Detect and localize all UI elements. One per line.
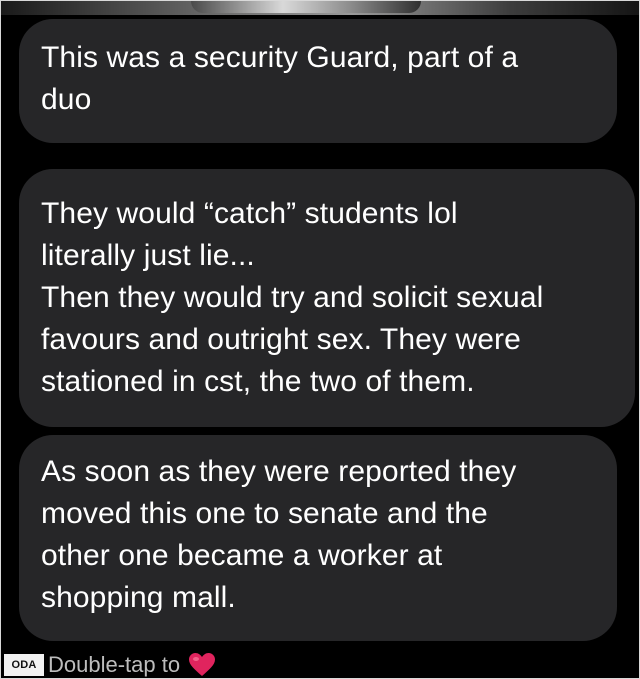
double-tap-hint: Double-tap to <box>48 652 181 677</box>
message-text: moved this one to senate and the <box>41 497 488 530</box>
previous-message-photo-edge <box>1 1 639 15</box>
message-text: They would “catch” students lol <box>41 197 458 230</box>
message-text: As soon as they were reported they <box>41 455 517 488</box>
chat-screenshot: This was a security Guard, part of a duo… <box>0 0 640 679</box>
message-text: literally just lie... <box>41 239 255 272</box>
heart-icon[interactable] <box>188 652 216 678</box>
heart-icon-svg <box>189 653 216 676</box>
message-bubble[interactable]: They would “catch” students lol literall… <box>19 169 635 427</box>
message-text: other one became a worker at <box>41 539 443 572</box>
reaction-hint-bar: ODA Double-tap to <box>1 651 639 678</box>
message-text: This was a security Guard, part of a <box>41 41 519 74</box>
message-text: Then they would try and solicit sexual <box>41 281 544 314</box>
photo-thumbnail <box>191 1 421 13</box>
message-text: shopping mall. <box>41 581 236 614</box>
message-text: favours and outright sex. They were <box>41 323 521 356</box>
message-text: stationed in cst, the two of them. <box>41 365 475 398</box>
source-badge: ODA <box>4 654 44 676</box>
message-text: duo <box>41 83 92 116</box>
message-bubble[interactable]: As soon as they were reported they moved… <box>19 435 617 641</box>
message-bubble[interactable]: This was a security Guard, part of a duo <box>19 19 617 143</box>
